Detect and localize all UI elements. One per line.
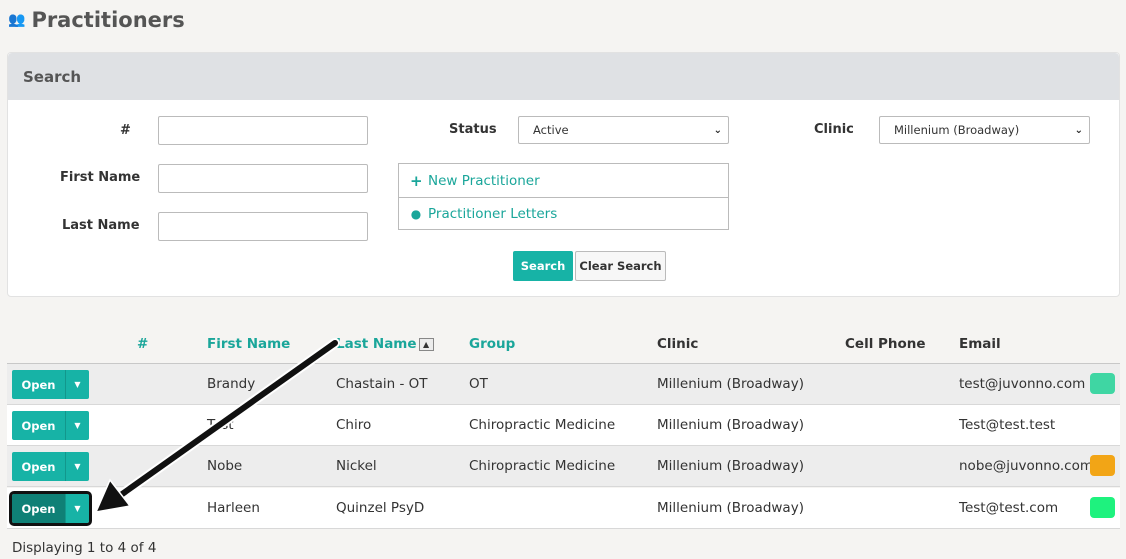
email-cell: test@juvonno.com	[959, 376, 1086, 392]
plus-icon: +	[410, 171, 423, 190]
last-name-input[interactable]	[158, 212, 368, 241]
color-swatch	[1090, 497, 1115, 518]
open-button-group: Open ▼	[9, 491, 92, 526]
color-swatch	[1090, 455, 1115, 476]
search-panel: Search # First Name Last Name Status Act…	[7, 52, 1120, 297]
open-button-group: Open ▼	[12, 370, 89, 399]
caret-down-icon[interactable]: ▼	[66, 494, 89, 523]
chevron-down-icon: ⌄	[713, 124, 722, 136]
open-button[interactable]: Open	[12, 411, 66, 440]
last-name-cell: Quinzel PsyD	[336, 500, 425, 516]
last-name-cell: Nickel	[336, 458, 377, 474]
practitioner-letters-label: Practitioner Letters	[428, 206, 558, 222]
column-email: Email	[959, 336, 1001, 352]
sort-ascending-icon[interactable]: ▲	[418, 337, 434, 351]
number-label: #	[120, 123, 131, 138]
first-name-cell: Test	[207, 417, 234, 433]
clinic-cell: Millenium (Broadway)	[657, 500, 804, 516]
table-header: # First Name Last Name ▲ Group Clinic Cel…	[7, 330, 1120, 364]
first-name-cell: Harleen	[207, 500, 260, 516]
color-swatch	[1090, 414, 1115, 435]
column-group[interactable]: Group	[469, 336, 515, 352]
open-button-group: Open ▼	[12, 452, 89, 481]
pagination-summary: Displaying 1 to 4 of 4	[12, 540, 157, 556]
first-name-cell: Brandy	[207, 376, 256, 392]
actions-list: + New Practitioner ● Practitioner Letter…	[398, 163, 729, 230]
clinic-cell: Millenium (Broadway)	[657, 417, 804, 433]
open-button-group: Open ▼	[12, 411, 89, 440]
status-label: Status	[449, 122, 497, 137]
group-cell: Chiropractic Medicine	[469, 417, 616, 433]
clinic-label: Clinic	[814, 122, 854, 137]
caret-down-icon[interactable]: ▼	[66, 370, 89, 399]
search-button[interactable]: Search	[513, 251, 573, 281]
last-name-cell: Chiro	[336, 417, 372, 433]
last-name-cell: Chastain - OT	[336, 376, 428, 392]
column-clinic: Clinic	[657, 336, 699, 352]
chevron-down-icon: ⌄	[1074, 124, 1083, 136]
clear-search-button[interactable]: Clear Search	[575, 251, 666, 281]
column-first-name[interactable]: First Name	[207, 336, 290, 352]
open-button[interactable]: Open	[12, 370, 66, 399]
search-header: Search	[8, 53, 1119, 100]
first-name-cell: Nobe	[207, 458, 243, 474]
clinic-select[interactable]: Millenium (Broadway) ⌄	[879, 116, 1090, 144]
column-number[interactable]: #	[137, 336, 148, 352]
number-input[interactable]	[158, 116, 368, 145]
email-cell: Test@test.test	[959, 417, 1056, 433]
table-row: Open ▼ Harleen Quinzel PsyD Millenium (B…	[7, 488, 1120, 529]
practitioner-letters-link[interactable]: ● Practitioner Letters	[399, 197, 728, 230]
status-select-value: Active	[533, 123, 569, 137]
first-name-label: First Name	[60, 170, 141, 185]
column-last-name-label: Last Name	[336, 336, 417, 352]
clinic-cell: Millenium (Broadway)	[657, 458, 804, 474]
first-name-input[interactable]	[158, 164, 368, 193]
group-cell: Chiropractic Medicine	[469, 458, 616, 474]
table-row: Open ▼ Nobe Nickel Chiropractic Medicine…	[7, 446, 1120, 487]
column-cell-phone: Cell Phone	[845, 336, 926, 352]
table-row: Open ▼ Test Chiro Chiropractic Medicine …	[7, 405, 1120, 446]
page-title-text: Practitioners	[31, 8, 185, 32]
open-button[interactable]: Open	[12, 494, 66, 523]
caret-down-icon[interactable]: ▼	[66, 452, 89, 481]
clinic-cell: Millenium (Broadway)	[657, 376, 804, 392]
table-row: Open ▼ Brandy Chastain - OT OT Millenium…	[7, 364, 1120, 405]
status-select[interactable]: Active ⌄	[518, 116, 729, 144]
new-practitioner-link[interactable]: + New Practitioner	[399, 164, 728, 197]
column-last-name[interactable]: Last Name ▲	[336, 336, 434, 352]
email-cell: nobe@juvonno.com	[959, 458, 1094, 474]
clinic-select-value: Millenium (Broadway)	[894, 123, 1020, 137]
page-title: 👥 Practitioners	[8, 8, 185, 32]
caret-down-icon[interactable]: ▼	[66, 411, 89, 440]
email-cell: Test@test.com	[959, 500, 1059, 516]
color-swatch	[1090, 373, 1115, 394]
group-cell: OT	[469, 376, 488, 392]
users-icon: 👥	[8, 12, 26, 28]
bullet-icon: ●	[410, 207, 422, 221]
last-name-label: Last Name	[62, 218, 140, 233]
open-button[interactable]: Open	[12, 452, 66, 481]
new-practitioner-label: New Practitioner	[428, 172, 540, 189]
